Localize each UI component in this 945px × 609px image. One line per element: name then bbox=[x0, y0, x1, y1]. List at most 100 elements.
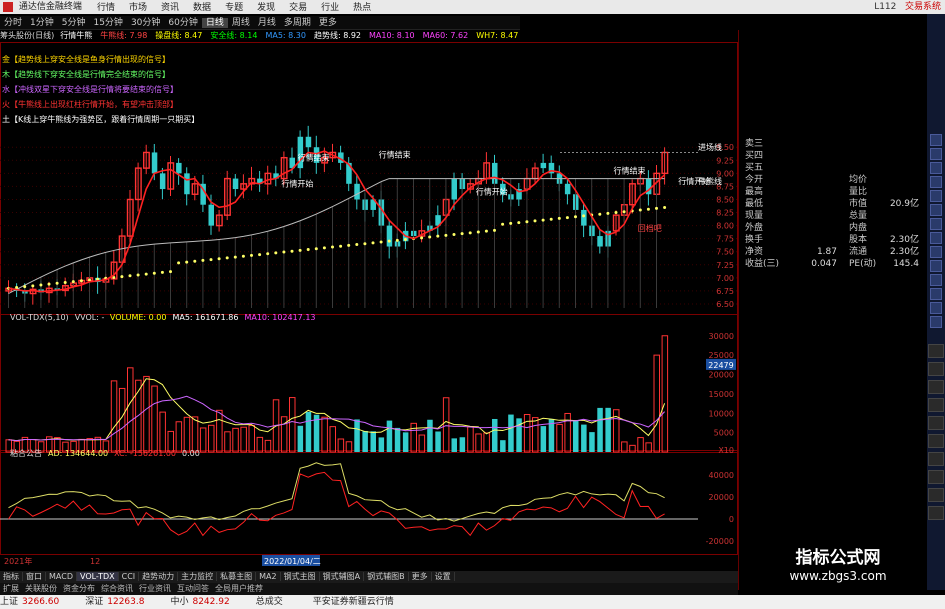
indicator-value: MA60: 7.62 bbox=[422, 31, 469, 40]
trading-system-link[interactable]: 交易系统 bbox=[905, 2, 941, 12]
formula-tab[interactable]: MACD bbox=[46, 572, 77, 581]
formula-tab[interactable]: 指标 bbox=[0, 572, 23, 581]
formula-tab[interactable]: 主力监控 bbox=[178, 572, 218, 581]
tool-strip-mark[interactable] bbox=[928, 380, 944, 394]
formula-tab[interactable]: 钢式辅图A bbox=[319, 572, 365, 581]
status-item[interactable]: 中小 8242.92 bbox=[170, 597, 237, 607]
candle[interactable] bbox=[29, 284, 37, 305]
menu-item[interactable]: 热点 bbox=[353, 3, 371, 13]
candle[interactable] bbox=[142, 144, 150, 175]
candle[interactable] bbox=[257, 170, 263, 192]
status-item[interactable]: 平安证券新疆云行情 bbox=[313, 597, 406, 607]
menu-item[interactable]: 交易 bbox=[289, 3, 307, 13]
candle[interactable] bbox=[159, 167, 166, 200]
tool-button-icon[interactable] bbox=[930, 302, 942, 314]
period-tab[interactable]: 1分钟 bbox=[26, 18, 58, 28]
bull-bear-dot bbox=[185, 260, 189, 264]
tool-button-icon[interactable] bbox=[930, 190, 942, 202]
status-item[interactable]: 深证 12263.8 bbox=[85, 597, 152, 607]
menu-item[interactable]: 发现 bbox=[257, 3, 275, 13]
formula-tab[interactable]: VOL-TDX bbox=[76, 572, 119, 581]
sub-tab[interactable]: 综合资讯 bbox=[98, 584, 136, 593]
sub-tab[interactable]: 关联股份 bbox=[22, 584, 60, 593]
sub-tab[interactable]: 全局用户推荐 bbox=[212, 584, 266, 593]
candle[interactable] bbox=[386, 220, 393, 259]
candle[interactable] bbox=[62, 277, 69, 297]
candle[interactable] bbox=[110, 250, 118, 285]
tool-button-icon[interactable] bbox=[930, 218, 942, 230]
period-tab[interactable]: 5分钟 bbox=[58, 18, 90, 28]
tool-button-icon[interactable] bbox=[930, 162, 942, 174]
candle[interactable] bbox=[531, 162, 539, 183]
period-tab[interactable]: 多周期 bbox=[280, 18, 315, 28]
candle[interactable] bbox=[548, 155, 555, 179]
formula-tab[interactable]: 窗口 bbox=[23, 572, 46, 581]
menu-item[interactable]: 资讯 bbox=[161, 3, 179, 13]
sub-tab[interactable]: 资金分布 bbox=[60, 584, 98, 593]
tool-button-icon[interactable] bbox=[930, 246, 942, 258]
formula-tab[interactable]: 趋势动力 bbox=[139, 572, 179, 581]
sub-tab[interactable]: 扩展 bbox=[0, 584, 22, 593]
bull-bear-dot bbox=[39, 283, 43, 287]
period-tab[interactable]: 60分钟 bbox=[164, 18, 201, 28]
formula-tab[interactable]: MA2 bbox=[256, 572, 281, 581]
tool-button-icon[interactable] bbox=[930, 134, 942, 146]
formula-tab[interactable]: 设置 bbox=[431, 572, 455, 581]
menu-item[interactable]: 数据 bbox=[193, 3, 211, 13]
formula-tab[interactable]: 更多 bbox=[408, 572, 432, 581]
tool-strip-mark[interactable] bbox=[928, 452, 944, 466]
period-tab[interactable]: 30分钟 bbox=[127, 18, 164, 28]
sub-tab[interactable]: 互动问答 bbox=[174, 584, 212, 593]
candle[interactable] bbox=[134, 162, 142, 212]
candle[interactable] bbox=[167, 155, 175, 196]
candle[interactable] bbox=[329, 143, 337, 163]
tool-button-icon[interactable] bbox=[930, 316, 942, 328]
tool-button-icon[interactable] bbox=[930, 204, 942, 216]
kline-chart[interactable]: 9.509.259.008.758.508.258.007.757.507.25… bbox=[0, 42, 738, 571]
candle[interactable] bbox=[223, 170, 231, 221]
tool-button-icon[interactable] bbox=[930, 260, 942, 272]
status-item[interactable]: 上证 3266.60 bbox=[0, 597, 67, 607]
candle[interactable] bbox=[435, 205, 441, 236]
candle[interactable] bbox=[540, 153, 547, 173]
bull-bear-dot bbox=[23, 285, 27, 289]
period-tab[interactable]: 日线 bbox=[201, 18, 228, 28]
candle[interactable] bbox=[215, 209, 223, 232]
tool-strip-mark[interactable] bbox=[928, 362, 944, 376]
tool-strip-mark[interactable] bbox=[928, 488, 944, 502]
tool-button-icon[interactable] bbox=[930, 148, 942, 160]
tool-button-icon[interactable] bbox=[930, 288, 942, 300]
period-tab[interactable]: 分时 bbox=[0, 18, 26, 28]
formula-tab[interactable]: 钢式主图 bbox=[280, 572, 320, 581]
candle[interactable] bbox=[597, 229, 603, 254]
candle[interactable] bbox=[248, 166, 256, 191]
menu-item[interactable]: 市场 bbox=[129, 3, 147, 13]
menu-item[interactable]: 行情 bbox=[97, 3, 115, 13]
menu-item[interactable]: 行业 bbox=[321, 3, 339, 13]
tool-strip-mark[interactable] bbox=[928, 398, 944, 412]
tool-button-icon[interactable] bbox=[930, 274, 942, 286]
candle[interactable] bbox=[273, 165, 279, 187]
candle[interactable] bbox=[151, 143, 158, 181]
tool-strip-mark[interactable] bbox=[928, 416, 944, 430]
status-item[interactable]: 总成交 bbox=[256, 597, 295, 607]
tool-button-icon[interactable] bbox=[930, 232, 942, 244]
tool-strip-mark[interactable] bbox=[928, 344, 944, 358]
tool-strip-mark[interactable] bbox=[928, 470, 944, 484]
period-tab[interactable]: 15分钟 bbox=[89, 18, 126, 28]
candle[interactable] bbox=[232, 174, 239, 197]
period-tab[interactable]: 更多 bbox=[315, 18, 341, 28]
candle[interactable] bbox=[564, 179, 571, 205]
candle[interactable] bbox=[176, 158, 182, 185]
candle[interactable] bbox=[346, 157, 352, 192]
period-tab[interactable]: 月线 bbox=[254, 18, 280, 28]
formula-tab[interactable]: CCI bbox=[118, 572, 140, 581]
tool-button-icon[interactable] bbox=[930, 176, 942, 188]
formula-tab[interactable]: 钢式辅图B bbox=[364, 572, 409, 581]
tool-strip-mark[interactable] bbox=[928, 506, 944, 520]
menu-item[interactable]: 专题 bbox=[225, 3, 243, 13]
period-tab[interactable]: 周线 bbox=[228, 18, 254, 28]
tool-strip-mark[interactable] bbox=[928, 434, 944, 448]
formula-tab[interactable]: 私募主图 bbox=[217, 572, 257, 581]
sub-tab[interactable]: 行业资讯 bbox=[136, 584, 174, 593]
